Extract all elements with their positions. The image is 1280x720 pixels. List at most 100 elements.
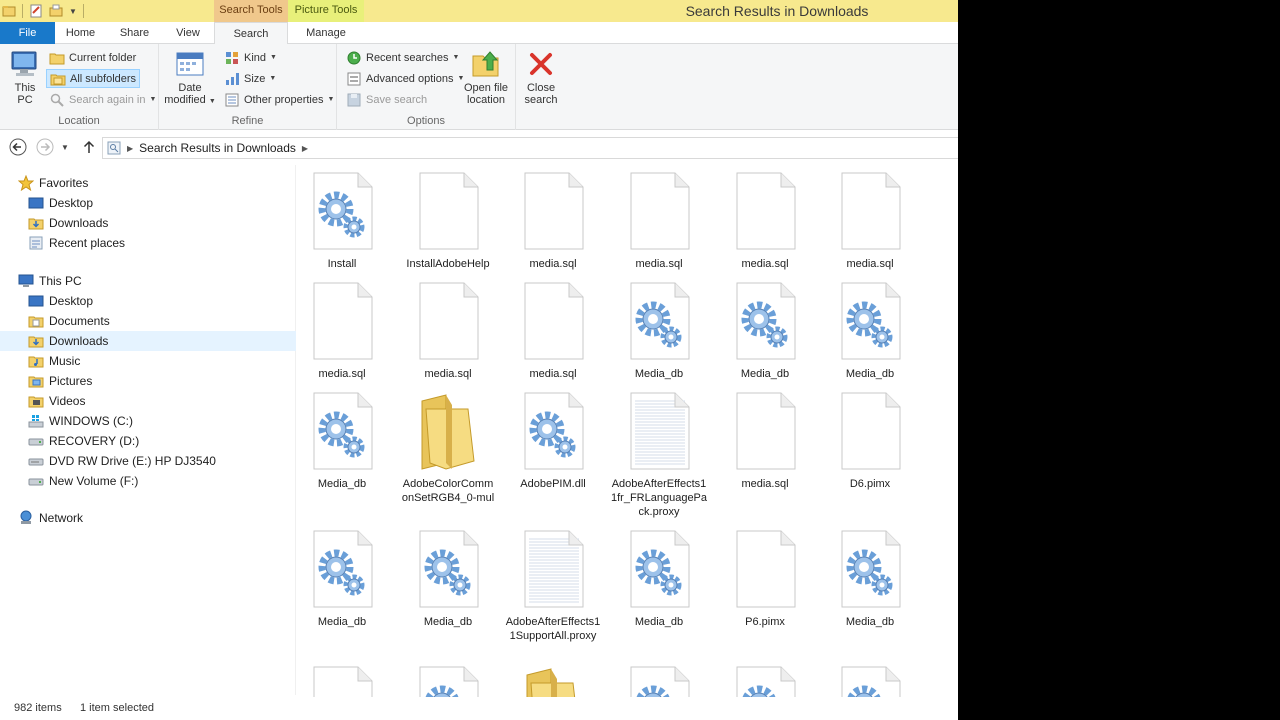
recent-searches-button[interactable]: Recent searches ▼ [343, 48, 462, 67]
document-icon [630, 172, 690, 250]
file-item[interactable]: Media_db [820, 529, 920, 629]
file-item[interactable]: Media_db [820, 281, 920, 381]
explorer-icon[interactable] [2, 4, 16, 18]
file-item[interactable]: media.sql [398, 281, 498, 381]
star-icon [18, 175, 34, 191]
back-button[interactable] [8, 137, 28, 157]
options-group-label: Options [407, 115, 445, 127]
nav-favorites-recent-places[interactable]: Recent places [28, 233, 125, 253]
customize-qat-chevron-icon[interactable]: ▼ [69, 7, 77, 16]
current-folder-button[interactable]: Current folder [46, 48, 139, 67]
up-button[interactable] [79, 137, 99, 157]
date-modified-button[interactable]: Date modified ▼ [163, 48, 217, 108]
nav-item-label: New Volume (F:) [49, 474, 139, 488]
file-item[interactable]: AdobeColorCommonSetRGB4_0-mul [398, 391, 498, 505]
back-arrow-icon [9, 138, 27, 156]
advanced-options-button[interactable]: Advanced options ▼ [343, 69, 467, 88]
file-item[interactable]: Media_db [398, 529, 498, 629]
file-item[interactable] [398, 665, 498, 697]
nav-drive-c[interactable]: WINDOWS (C:) [28, 411, 133, 431]
file-item[interactable]: Install [297, 171, 392, 271]
close-search-label-1: Close [526, 82, 556, 94]
document-icon [736, 172, 796, 250]
nav-favorites-desktop[interactable]: Desktop [28, 193, 93, 213]
file-name: media.sql [846, 258, 894, 270]
tab-share[interactable]: Share [106, 22, 163, 44]
nav-network[interactable]: Network [18, 508, 83, 528]
nav-favorites-downloads[interactable]: Downloads [28, 213, 108, 233]
file-item[interactable]: media.sql [609, 171, 709, 271]
all-subfolders-label: All subfolders [70, 72, 137, 85]
file-item[interactable]: media.sql [297, 281, 392, 381]
size-button[interactable]: Size ▼ [221, 69, 279, 88]
file-item[interactable]: AdobeAfterEffects11SupportAll.proxy [503, 529, 603, 643]
nav-videos[interactable]: Videos [28, 391, 85, 411]
address-field[interactable]: ▶ Search Results in Downloads ▶ [102, 137, 958, 159]
open-file-location-button[interactable]: Open file location [459, 48, 513, 106]
tab-manage[interactable]: Manage [288, 22, 364, 44]
other-properties-button[interactable]: Other properties ▼ [221, 90, 337, 109]
tab-view[interactable]: View [163, 22, 213, 44]
nav-documents[interactable]: Documents [28, 311, 110, 331]
document-icon [841, 172, 901, 250]
gear-file-icon [313, 530, 373, 608]
close-search-button[interactable]: Close search [520, 48, 562, 106]
gear-file-icon [736, 666, 796, 697]
nav-desktop[interactable]: Desktop [28, 291, 93, 311]
nav-downloads-selected[interactable]: Downloads [0, 331, 296, 351]
file-item[interactable]: AdobeAfterEffects11fr_FRLanguagePack.pro… [609, 391, 709, 519]
desktop-icon [28, 295, 44, 307]
recent-locations-chevron-icon[interactable]: ▼ [58, 137, 72, 157]
search-results-icon [107, 141, 121, 155]
file-name: AdobeAfterEffects11SupportAll.proxy [505, 616, 601, 642]
document-icon [313, 666, 373, 697]
nav-this-pc[interactable]: This PC [18, 271, 82, 291]
file-item[interactable] [609, 665, 709, 697]
file-item[interactable] [715, 665, 815, 697]
kind-button[interactable]: Kind ▼ [221, 48, 280, 67]
file-item[interactable]: media.sql [715, 171, 815, 271]
file-item[interactable]: Media_db [609, 529, 709, 629]
file-name: media.sql [529, 368, 577, 380]
new-folder-icon[interactable] [49, 4, 63, 18]
forward-button[interactable] [35, 137, 55, 157]
gear-file-icon [841, 282, 901, 360]
nav-music[interactable]: Music [28, 351, 80, 371]
file-item[interactable]: Media_db [715, 281, 815, 381]
file-item[interactable] [503, 665, 603, 697]
item-count: 982 items [14, 702, 62, 714]
downloads-folder-icon [28, 336, 44, 348]
file-item[interactable]: AdobePIM.dll [503, 391, 603, 491]
file-item[interactable]: media.sql [820, 171, 920, 271]
properties-icon[interactable] [29, 4, 43, 18]
tab-file[interactable]: File [0, 22, 55, 44]
breadcrumb-location[interactable]: Search Results in Downloads [139, 141, 296, 155]
file-item[interactable]: InstallAdobeHelp [398, 171, 498, 271]
tab-search[interactable]: Search [214, 22, 288, 45]
save-icon [347, 93, 361, 106]
file-item[interactable]: Media_db [297, 391, 392, 491]
file-item[interactable] [820, 665, 920, 697]
nav-drive-f[interactable]: New Volume (F:) [28, 471, 138, 491]
file-item[interactable]: Media_db [297, 529, 392, 629]
context-picture-tools: Picture Tools [288, 0, 364, 22]
nav-drive-e[interactable]: DVD RW Drive (E:) HP DJ3540 [28, 451, 216, 471]
file-item[interactable]: media.sql [503, 281, 603, 381]
nav-favorites[interactable]: Favorites [18, 173, 88, 193]
file-item[interactable]: media.sql [715, 391, 815, 491]
file-item[interactable]: P6.pimx [715, 529, 815, 629]
search-again-in-button[interactable]: Search again in ▼ [46, 90, 159, 109]
file-name: AdobeColorCommonSetRGB4_0-mul [401, 478, 495, 504]
all-subfolders-button[interactable]: All subfolders [46, 69, 141, 88]
chevron-down-icon: ▼ [327, 96, 335, 103]
file-item[interactable]: Media_db [609, 281, 709, 381]
nav-drive-d[interactable]: RECOVERY (D:) [28, 431, 139, 451]
tab-home[interactable]: Home [55, 22, 106, 44]
file-item[interactable]: media.sql [503, 171, 603, 271]
nav-pictures[interactable]: Pictures [28, 371, 92, 391]
file-item[interactable] [297, 665, 392, 697]
file-name: Media_db [317, 616, 367, 628]
this-pc-button[interactable]: This PC [6, 48, 44, 106]
save-search-button[interactable]: Save search [343, 90, 430, 109]
file-item[interactable]: D6.pimx [820, 391, 920, 491]
